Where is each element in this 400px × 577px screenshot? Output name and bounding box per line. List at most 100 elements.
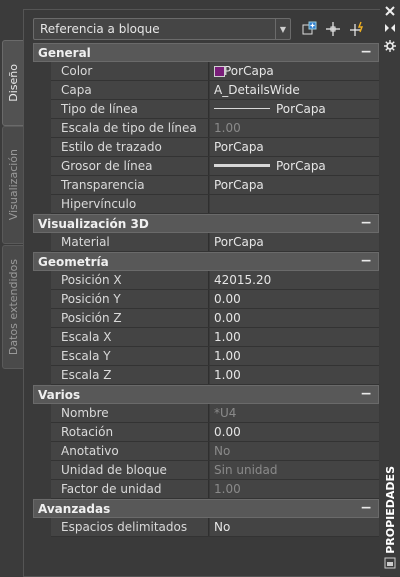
property-value[interactable]: 1.00 [210,119,379,137]
property-label: Estilo de trazado [51,138,209,156]
property-value[interactable]: PorCapa [210,233,379,251]
property-row-factor-unidad[interactable]: Factor de unidad 1.00 [33,480,379,499]
tab-datos-extendidos[interactable]: Datos extendidos [2,245,24,369]
collapse-icon[interactable]: − [360,44,372,60]
object-type-value: Referencia a bloque [40,22,160,36]
property-value[interactable]: 1.00 [210,328,379,346]
palette-menu-icon[interactable] [383,556,397,570]
property-row-escala-x[interactable]: Escala X 1.00 [33,328,379,347]
property-row-espacios-delimitados[interactable]: Espacios delimitados No [33,518,379,537]
section-varios-header[interactable]: Varios − [33,385,379,404]
section-general-header[interactable]: General − [33,43,379,62]
property-label: Posición Y [51,290,209,308]
palette-title-text: PROPIEDADES [383,466,397,554]
property-row-color[interactable]: Color PorCapa [33,62,379,81]
property-value[interactable]: PorCapa [210,62,379,80]
property-row-material[interactable]: Material PorCapa [33,233,379,252]
section-varios-title: Varios [38,388,81,402]
property-label: Nombre [51,404,209,422]
property-label: Posición Z [51,309,209,327]
property-label: Rotación [51,423,209,441]
close-icon[interactable] [383,4,397,18]
property-label: Unidad de bloque [51,461,209,479]
property-label: Espacios delimitados [51,518,209,536]
section-geometria-header[interactable]: Geometría − [33,252,379,271]
autohide-icon[interactable] [383,21,397,35]
linetype-preview-icon [214,108,270,109]
property-value[interactable]: *U4 [210,404,379,422]
property-value[interactable]: PorCapa [210,176,379,194]
property-value[interactable]: 0.00 [210,309,379,327]
tab-diseno-label: Diseño [6,64,20,102]
property-row-capa[interactable]: Capa A_DetailsWide [33,81,379,100]
property-row-posicion-z[interactable]: Posición Z 0.00 [33,309,379,328]
tab-datos-extendidos-label: Datos extendidos [6,258,20,356]
property-value[interactable]: 1.00 [210,480,379,498]
property-row-tipo-linea[interactable]: Tipo de línea PorCapa [33,100,379,119]
property-row-rotacion[interactable]: Rotación 0.00 [33,423,379,442]
property-row-anotativo[interactable]: Anotativo No [33,442,379,461]
property-label: Escala Y [51,347,209,365]
property-row-posicion-x[interactable]: Posición X 42015.20 [33,271,379,290]
property-row-grosor-linea[interactable]: Grosor de línea PorCapa [33,157,379,176]
property-value[interactable]: PorCapa [210,138,379,156]
toggle-pickadd-icon[interactable] [299,19,319,39]
tab-diseno[interactable]: Diseño [2,40,24,126]
property-value[interactable]: No [210,442,379,460]
section-geometria-title: Geometría [38,255,109,269]
property-row-unidad-bloque[interactable]: Unidad de bloque Sin unidad [33,461,379,480]
property-row-hipervinculo[interactable]: Hipervínculo [33,195,379,214]
tab-visualizacion-label: Visualización [6,149,20,221]
section-vis3d-title: Visualización 3D [38,217,149,231]
property-row-estilo-trazado[interactable]: Estilo de trazado PorCapa [33,138,379,157]
chevron-down-icon[interactable]: ▼ [275,19,290,39]
property-row-transparencia[interactable]: Transparencia PorCapa [33,176,379,195]
lineweight-value: PorCapa [276,159,326,173]
section-avanzadas-header[interactable]: Avanzadas − [33,499,379,518]
property-label: Tipo de línea [51,100,209,118]
property-row-escala-z[interactable]: Escala Z 1.00 [33,366,379,385]
property-value[interactable]: PorCapa [210,157,379,175]
property-value[interactable]: No [210,518,379,536]
tab-visualizacion[interactable]: Visualización [2,126,24,244]
collapse-icon[interactable]: − [360,253,372,269]
property-label: Escala Z [51,366,209,384]
properties-menu-icon[interactable] [383,39,397,53]
property-row-escala-tipo-linea[interactable]: Escala de tipo de línea 1.00 [33,119,379,138]
properties-toolbar: Referencia a bloque ▼ [33,17,379,43]
property-label: Material [51,233,209,251]
property-label: Transparencia [51,176,209,194]
property-label: Grosor de línea [51,157,209,175]
select-objects-icon[interactable] [323,19,343,39]
section-general-title: General [38,46,91,60]
property-grid: General − Color PorCapa Capa A_DetailsWi… [33,43,379,573]
property-label: Escala de tipo de línea [51,119,209,137]
property-label: Color [51,62,209,80]
property-row-escala-y[interactable]: Escala Y 1.00 [33,347,379,366]
section-vis3d-header[interactable]: Visualización 3D − [33,214,379,233]
quick-select-icon[interactable] [347,19,367,39]
color-swatch-icon [214,66,225,77]
property-value[interactable]: 0.00 [210,290,379,308]
property-row-nombre[interactable]: Nombre *U4 [33,404,379,423]
property-value[interactable]: A_DetailsWide [210,81,379,99]
palette-title: PROPIEDADES [380,466,400,554]
property-value[interactable]: 42015.20 [210,271,379,289]
linetype-value: PorCapa [276,102,326,116]
property-value[interactable] [210,195,379,213]
lineweight-preview-icon [214,164,270,167]
collapse-icon[interactable]: − [360,215,372,231]
property-value[interactable]: 1.00 [210,347,379,365]
collapse-icon[interactable]: − [360,500,372,516]
property-value[interactable]: 0.00 [210,423,379,441]
collapse-icon[interactable]: − [360,386,372,402]
property-value[interactable]: Sin unidad [210,461,379,479]
property-value[interactable]: 1.00 [210,366,379,384]
properties-main-panel: Referencia a bloque ▼ General − Color Po… [23,9,381,577]
property-label: Anotativo [51,442,209,460]
object-type-select[interactable]: Referencia a bloque ▼ [33,18,291,40]
property-label: Capa [51,81,209,99]
property-value[interactable]: PorCapa [210,100,379,118]
property-row-posicion-y[interactable]: Posición Y 0.00 [33,290,379,309]
properties-palette: Diseño Visualización Datos extendidos Re… [0,0,400,577]
